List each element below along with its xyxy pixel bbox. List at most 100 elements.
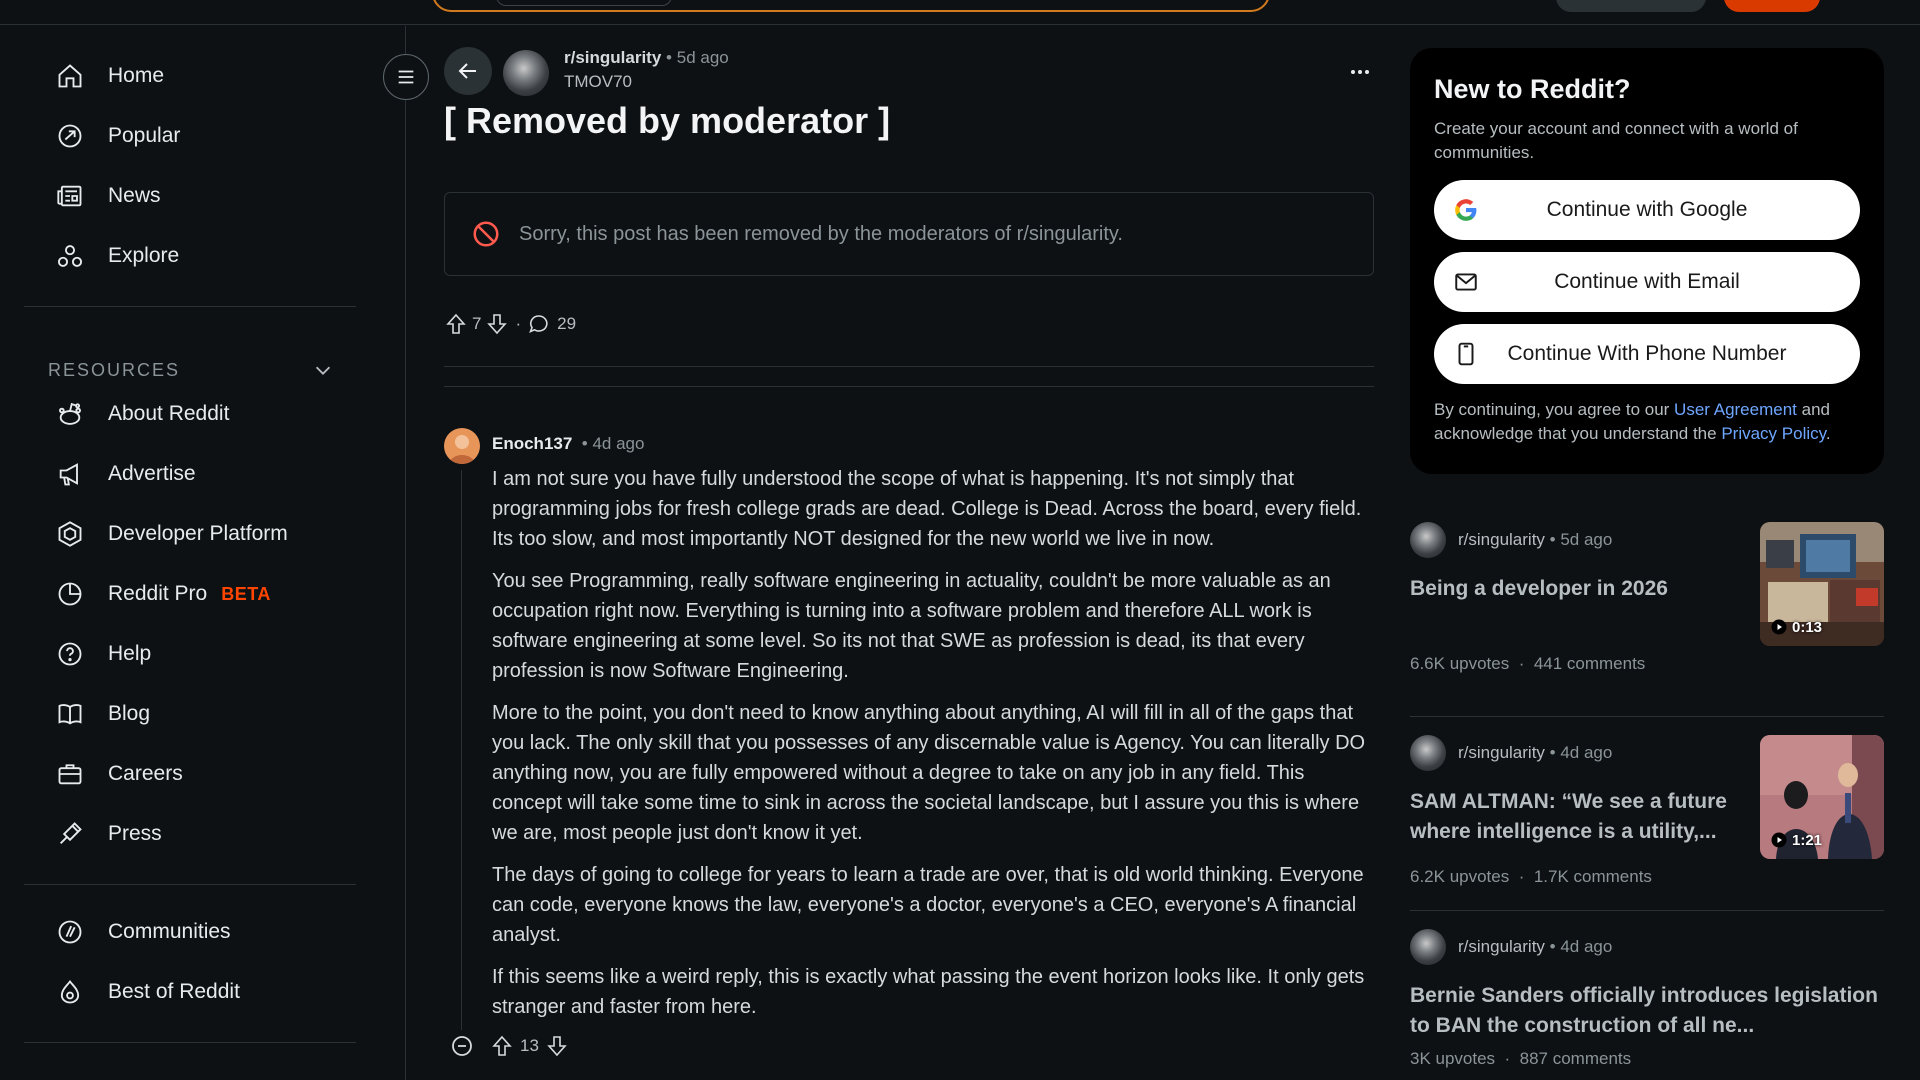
comment-paragraph: The days of going to college for years t…: [492, 864, 1364, 946]
phone-icon: [1452, 340, 1480, 368]
minus-circle-icon: [452, 1036, 472, 1056]
recommended-post-stats: 3K upvotes · 887 comments: [1410, 1049, 1632, 1068]
recommended-post-title[interactable]: Being a developer in 2026: [1410, 574, 1740, 604]
nav-home[interactable]: Home: [50, 54, 360, 98]
recommended-post[interactable]: r/singularity • 5d ago Being a developer…: [1410, 522, 1884, 678]
downvote-icon: [547, 1036, 567, 1057]
recommended-post-stats: 6.6K upvotes · 441 comments: [1410, 654, 1646, 673]
megaphone-icon: [50, 452, 94, 496]
top-bar: [0, 0, 1920, 25]
post-age: 5d ago: [676, 48, 729, 67]
nav-press[interactable]: Press: [50, 812, 360, 856]
nav-reddit-pro[interactable]: Reddit Pro BETA: [50, 572, 360, 616]
arrow-left-icon: [458, 63, 476, 79]
upvote-icon: [446, 313, 466, 334]
comment-downvote-button[interactable]: [545, 1034, 569, 1058]
nav-best-of-reddit[interactable]: Best of Reddit: [50, 970, 360, 1014]
briefcase-icon: [50, 752, 94, 796]
section-divider: [444, 386, 1374, 387]
recommended-post[interactable]: r/singularity • 4d ago SAM ALTMAN: “We s…: [1410, 735, 1884, 891]
chevron-down-icon: [315, 366, 331, 375]
upvote-button[interactable]: [444, 312, 468, 336]
recommended-post-title[interactable]: SAM ALTMAN: “We see a future where intel…: [1410, 787, 1740, 847]
comments-button[interactable]: 29: [527, 312, 576, 336]
continue-with-email-button[interactable]: Continue with Email: [1434, 252, 1860, 312]
signup-card: New to Reddit? Create your account and c…: [1410, 48, 1884, 474]
nav-developer-platform[interactable]: Developer Platform: [50, 512, 360, 556]
subreddit-avatar[interactable]: [503, 50, 549, 96]
commenter-avatar[interactable]: [444, 428, 480, 464]
upvote-icon: [492, 1035, 512, 1056]
video-thumbnail[interactable]: 0:13: [1760, 522, 1884, 646]
collapse-comment-button[interactable]: [450, 1034, 474, 1058]
subreddit-avatar: [1410, 735, 1446, 771]
privacy-policy-link[interactable]: Privacy Policy: [1721, 424, 1826, 443]
comment-paragraph: I am not sure you have fully understood …: [492, 468, 1362, 550]
reddit-alien-icon: [50, 392, 94, 436]
subreddit-link[interactable]: r/singularity: [564, 48, 661, 67]
reddit-pro-icon: [50, 572, 94, 616]
comment-upvote-button[interactable]: [490, 1034, 514, 1058]
resources-toggle[interactable]: RESOURCES: [48, 354, 334, 386]
post-title: [ Removed by moderator ]: [444, 100, 891, 141]
comment-actions: 13: [450, 1034, 569, 1058]
recommended-divider: [1410, 910, 1884, 911]
signup-card-subtitle: Create your account and connect with a w…: [1434, 119, 1798, 162]
book-icon: [50, 692, 94, 736]
signup-card-title: New to Reddit?: [1434, 74, 1631, 104]
news-icon: [50, 174, 94, 218]
comment-score: 13: [520, 1036, 539, 1055]
nav-help[interactable]: Help: [50, 632, 360, 676]
comment-paragraph: More to the point, you don't need to kno…: [492, 702, 1366, 844]
comment-thread-line[interactable]: [461, 470, 462, 1030]
nav-blog[interactable]: Blog: [50, 692, 360, 736]
nav-advertise[interactable]: Advertise: [50, 452, 360, 496]
downvote-button[interactable]: [485, 312, 509, 336]
recommended-post-meta: r/singularity • 4d ago: [1410, 929, 1884, 965]
subreddit-avatar: [1410, 522, 1446, 558]
recommended-divider: [1410, 716, 1884, 717]
comment-author[interactable]: Enoch137: [492, 434, 572, 453]
hamburger-icon: [398, 70, 414, 84]
avatar-face-icon: [449, 435, 475, 464]
nav-news[interactable]: News: [50, 174, 360, 218]
comment-icon: [529, 315, 548, 333]
signup-legal-text: By continuing, you agree to our User Agr…: [1434, 400, 1831, 443]
post-author[interactable]: TMOV70: [564, 72, 632, 92]
post-more-button[interactable]: [1344, 56, 1376, 88]
home-icon: [50, 54, 94, 98]
sidebar-divider: [24, 1042, 356, 1043]
more-horizontal-icon: [1351, 70, 1369, 74]
continue-with-google-button[interactable]: Continue with Google: [1434, 180, 1860, 240]
recommended-post[interactable]: r/singularity • 4d ago Bernie Sanders of…: [1410, 929, 1884, 1069]
prohibited-icon: [473, 221, 499, 247]
developer-platform-icon: [50, 512, 94, 556]
recommended-post-title[interactable]: Bernie Sanders officially introduces leg…: [1410, 981, 1880, 1041]
video-thumbnail[interactable]: 1:21: [1760, 735, 1884, 859]
comment-meta: Enoch137 • 4d ago: [492, 434, 645, 453]
nav-explore[interactable]: Explore: [50, 234, 360, 278]
sidebar-divider: [24, 884, 356, 885]
video-duration: 0:13: [1770, 618, 1822, 636]
nav-popular[interactable]: Popular: [50, 114, 360, 158]
nav-careers[interactable]: Careers: [50, 752, 360, 796]
sidebar-divider: [24, 306, 356, 307]
sidebar-menu-button[interactable]: [383, 54, 429, 100]
mail-icon: [1452, 268, 1480, 296]
signup-button[interactable]: [1724, 0, 1820, 12]
back-button[interactable]: [444, 47, 492, 95]
google-button-label: Continue with Google: [1546, 198, 1748, 221]
continue-with-phone-button[interactable]: Continue With Phone Number: [1434, 324, 1860, 384]
phone-button-label: Continue With Phone Number: [1507, 342, 1787, 365]
section-divider: [444, 366, 1374, 367]
email-button-label: Continue with Email: [1554, 270, 1740, 293]
left-sidebar: Home Popular News Explore RESOURCES Abou…: [0, 26, 406, 1080]
explore-icon: [50, 234, 94, 278]
comment-count: 29: [557, 314, 577, 333]
search-input[interactable]: [496, 0, 672, 6]
login-button[interactable]: [1556, 0, 1706, 12]
nav-communities[interactable]: Communities: [50, 910, 360, 954]
nav-about-reddit[interactable]: About Reddit: [50, 392, 360, 436]
user-agreement-link[interactable]: User Agreement: [1674, 400, 1797, 419]
video-duration: 1:21: [1770, 831, 1822, 849]
